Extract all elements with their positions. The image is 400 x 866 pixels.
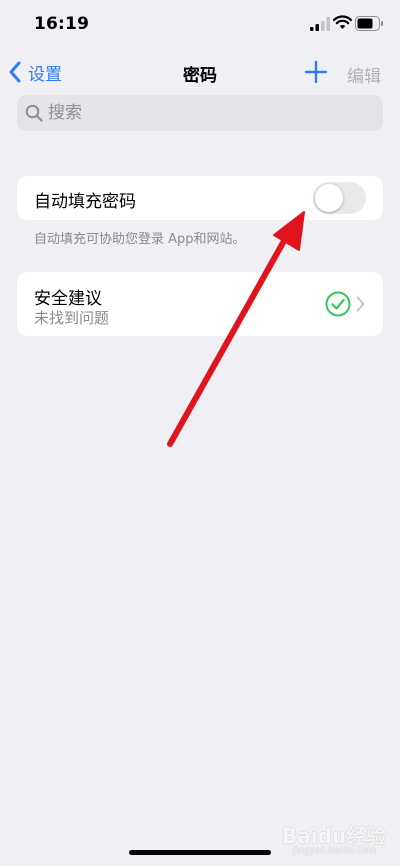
page-title: 密码	[183, 66, 217, 86]
search-input[interactable]	[48, 103, 348, 123]
toggle-knob	[315, 184, 343, 212]
watermark: Baidu经验	[282, 824, 387, 848]
autofill-passwords-label: 自动填充密码	[34, 192, 136, 212]
edit-button[interactable]: 编辑	[347, 62, 381, 87]
search-icon	[25, 104, 43, 122]
navigation-bar: 设置 密码 编辑	[0, 52, 400, 92]
search-bar[interactable]	[17, 95, 383, 131]
watermark-url: jingyan.baidu.com	[293, 846, 377, 856]
security-recommendations-title: 安全建议	[34, 289, 102, 309]
chevron-right-icon	[356, 296, 365, 312]
status-time: 16:19	[34, 14, 90, 34]
cellular-signal-icon	[310, 17, 330, 31]
green-check-icon	[325, 291, 351, 317]
security-recommendations-subtitle: 未找到问题	[34, 309, 110, 327]
plus-icon[interactable]	[302, 58, 330, 86]
status-bar: 16:19	[0, 0, 400, 50]
autofill-passwords-toggle[interactable]	[313, 182, 366, 214]
home-indicator	[129, 850, 271, 855]
security-recommendations-row[interactable]: 安全建议 未找到问题	[17, 272, 383, 336]
autofill-footnote: 自动填充可协助您登录 App和网站。	[34, 232, 246, 247]
battery-icon	[355, 16, 383, 31]
wifi-icon	[333, 15, 352, 29]
